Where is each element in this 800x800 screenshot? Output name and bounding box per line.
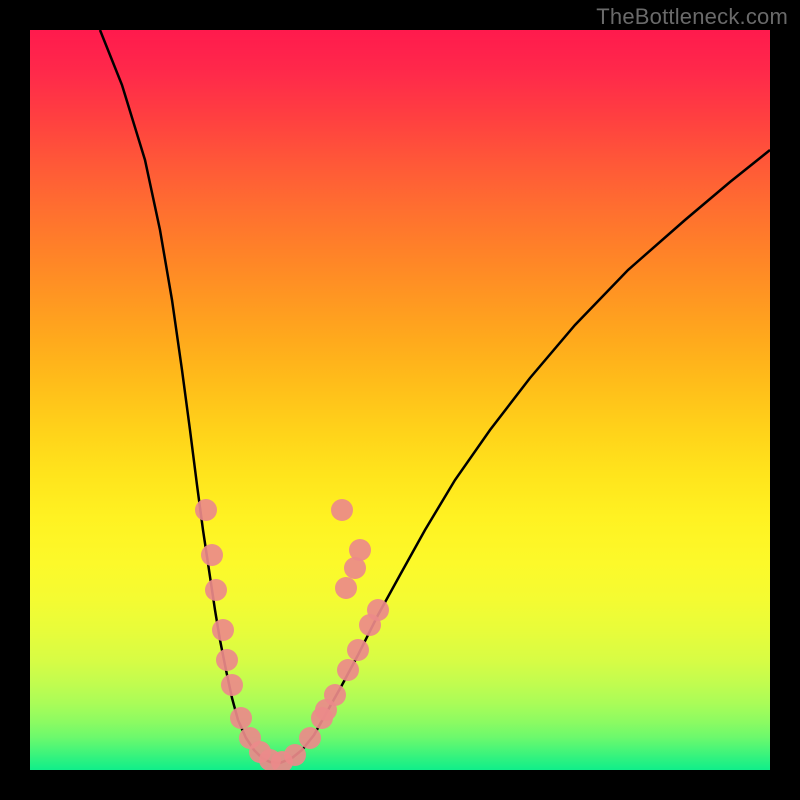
data-marker [299,727,321,749]
chart-container: TheBottleneck.com [0,0,800,800]
data-marker [367,599,389,621]
data-marker [201,544,223,566]
data-marker [324,684,346,706]
data-marker [347,639,369,661]
data-marker [221,674,243,696]
data-marker [230,707,252,729]
data-marker [205,579,227,601]
data-marker [335,577,357,599]
data-marker [212,619,234,641]
data-marker [195,499,217,521]
data-marker [349,539,371,561]
data-marker [337,659,359,681]
plot-area [30,30,770,770]
data-marker [331,499,353,521]
data-marker [284,744,306,766]
data-marker [216,649,238,671]
watermark-label: TheBottleneck.com [596,4,788,30]
markers-layer [30,30,770,770]
